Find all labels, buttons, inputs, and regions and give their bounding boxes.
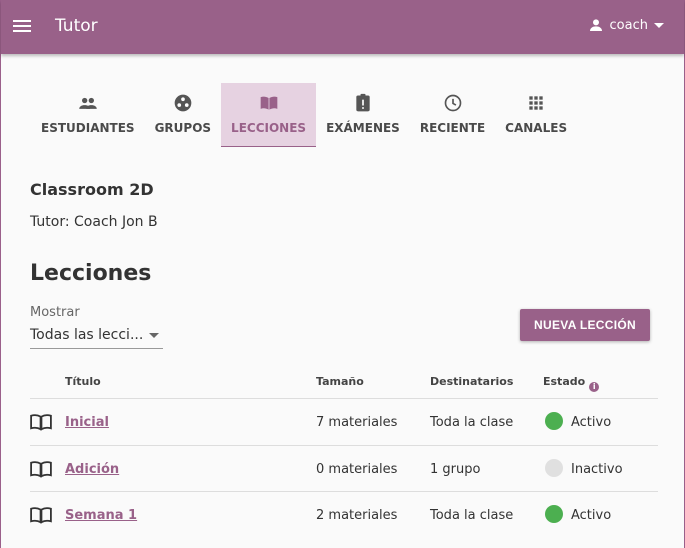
chevron-down-icon <box>654 22 664 28</box>
apps-grid-icon <box>529 96 543 110</box>
header-status-label: Estado <box>543 375 586 388</box>
book-icon <box>30 507 52 524</box>
info-icon[interactable]: i <box>589 382 600 392</box>
lesson-filter-select[interactable]: Todas las lecci... <box>30 325 163 349</box>
lesson-recipients: Toda la clase <box>430 508 514 523</box>
lesson-status: Inactivo <box>571 461 623 477</box>
header-title: Título <box>65 375 101 388</box>
filter-label: Mostrar <box>30 305 80 320</box>
tab-canales[interactable]: CANALES <box>495 83 577 147</box>
lesson-status: Activo <box>571 415 612 430</box>
book-open-icon <box>260 96 277 110</box>
lesson-link[interactable]: Semana 1 <box>65 508 137 523</box>
lesson-recipients: Toda la clase <box>430 415 514 430</box>
lesson-recipients: 1 grupo <box>430 461 481 477</box>
app-title: Tutor <box>55 16 98 36</box>
groups-icon <box>174 94 192 112</box>
tab-label: GRUPOS <box>154 121 212 135</box>
header-size: Tamaño <box>316 375 364 388</box>
header-status: Estado i <box>543 375 600 392</box>
table-row: Semana 1 2 materiales Toda la clase Acti… <box>30 492 658 539</box>
status-active-icon <box>545 505 563 523</box>
lesson-size: 7 materiales <box>316 415 398 430</box>
lesson-status: Activo <box>571 508 612 523</box>
lessons-table: Título Tamaño Destinatarios Estado i Inic… <box>30 368 658 539</box>
tab-label: RECIENTE <box>419 121 486 135</box>
tab-estudiantes[interactable]: ESTUDIANTES <box>31 83 145 147</box>
classroom-name: Classroom 2D <box>30 180 154 199</box>
people-icon <box>79 97 97 109</box>
table-header: Título Tamaño Destinatarios Estado i <box>30 368 658 399</box>
page-title: Lecciones <box>30 261 152 286</box>
lesson-size: 0 materiales <box>316 461 398 477</box>
lesson-link[interactable]: Inicial <box>65 415 109 430</box>
header-recipients: Destinatarios <box>430 375 514 388</box>
coach-nav-tabs: ESTUDIANTES GRUPOS LECCIONES EXÁMENES RE… <box>31 83 577 147</box>
tab-label: LECCIONES <box>231 121 307 135</box>
tab-label: ESTUDIANTES <box>41 121 135 135</box>
new-lesson-button[interactable]: NUEVA LECCIÓN <box>520 309 650 341</box>
user-name: coach <box>609 17 648 33</box>
table-row: Adición 0 materiales 1 grupo Inactivo <box>30 446 658 492</box>
book-icon <box>30 414 52 431</box>
dropdown-arrow-icon <box>149 333 159 338</box>
user-menu[interactable]: coach <box>588 17 664 33</box>
table-row: Inicial 7 materiales Toda la clase Activ… <box>30 399 658 446</box>
status-active-icon <box>545 412 563 430</box>
person-icon <box>589 19 602 31</box>
tab-grupos[interactable]: GRUPOS <box>145 83 221 147</box>
coach-name: Tutor: Coach Jon B <box>30 214 158 230</box>
status-inactive-icon <box>545 458 563 477</box>
tab-label: EXÁMENES <box>326 121 400 135</box>
clock-icon <box>444 94 461 112</box>
lesson-link[interactable]: Adición <box>65 462 119 477</box>
hamburger-menu-icon[interactable] <box>13 17 33 35</box>
lesson-size: 2 materiales <box>316 508 398 523</box>
filter-value: Todas las lecci... <box>30 327 144 343</box>
app-bar: Tutor coach <box>1 0 684 54</box>
book-icon <box>30 460 52 478</box>
tab-examenes[interactable]: EXÁMENES <box>316 83 410 147</box>
clipboard-alert-icon <box>356 93 370 112</box>
tab-label: CANALES <box>505 121 568 135</box>
tab-lecciones[interactable]: LECCIONES <box>221 83 317 147</box>
tab-reciente[interactable]: RECIENTE <box>410 83 495 147</box>
